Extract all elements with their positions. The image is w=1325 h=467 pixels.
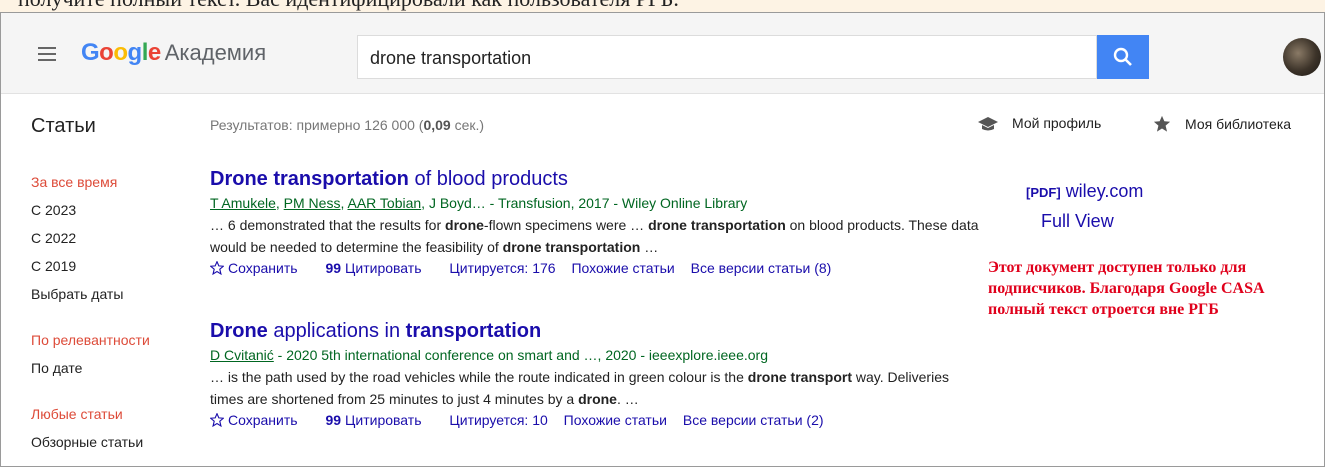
versions-link[interactable]: Все версии статьи (8) (691, 260, 832, 276)
result-meta: T Amukele, PM Ness, AAR Tobian, J Boyd… … (210, 195, 748, 211)
academy-label: Академия (164, 40, 267, 65)
result-item: Drone applications in transportation D C… (209, 320, 980, 428)
avatar[interactable] (1283, 38, 1321, 76)
type-any[interactable]: Любые статьи (31, 405, 150, 433)
filter-custom-range[interactable]: Выбрать даты (31, 285, 150, 313)
my-library-link[interactable]: Моя библиотека (1153, 115, 1291, 133)
results-count: Результатов: примерно 126 000 (0,09 сек.… (210, 117, 485, 133)
cited-by-link[interactable]: Цитируется: 176 (449, 260, 555, 276)
star-outline-icon (209, 412, 225, 428)
menu-icon[interactable] (38, 47, 56, 61)
cited-by-link[interactable]: Цитируется: 10 (449, 412, 547, 428)
search-icon (1113, 47, 1132, 66)
filter-any-time[interactable]: За все время (31, 173, 150, 201)
star-icon (1153, 115, 1171, 132)
full-view-link[interactable]: Full View (1041, 211, 1114, 232)
search-input[interactable] (368, 36, 1092, 80)
versions-link[interactable]: Все версии статьи (2) (683, 412, 824, 428)
access-annotation: Этот документ доступен только для подпис… (988, 259, 1264, 318)
sort-by-relevance[interactable]: По релевантности (31, 331, 150, 359)
quote-icon: 99 (325, 412, 342, 428)
graduation-cap-icon (978, 117, 998, 131)
google-logo-text: Google (81, 39, 161, 66)
star-outline-icon (209, 260, 225, 276)
filter-since-2019[interactable]: С 2019 (31, 257, 150, 285)
browser-frame: GoogleАкадемия Статьи Результатов: приме… (0, 12, 1325, 467)
sort-by-date[interactable]: По дате (31, 359, 150, 387)
result-meta: D Cvitanić - 2020 5th international conf… (210, 347, 768, 363)
result-item: Drone transportation of blood products T… (209, 168, 980, 276)
section-title: Статьи (31, 115, 96, 137)
related-link[interactable]: Похожие статьи (564, 412, 667, 428)
author-link[interactable]: T Amukele (210, 195, 276, 211)
save-button[interactable]: Сохранить (209, 260, 310, 276)
result-snippet: … is the path used by the road vehicles … (210, 369, 949, 407)
filter-since-2022[interactable]: С 2022 (31, 229, 150, 257)
author-link[interactable]: PM Ness (284, 195, 341, 211)
pdf-link[interactable]: [PDF] wiley.com (1026, 181, 1143, 202)
header: Google Академия (1, 13, 1324, 94)
author-link[interactable]: AAR Tobian (347, 195, 421, 211)
save-button[interactable]: Сохранить (209, 412, 310, 428)
result-title[interactable]: Drone applications in transportation (210, 320, 980, 343)
related-link[interactable]: Похожие статьи (571, 260, 674, 276)
result-actions: Сохранить 99 Цитировать Цитируется: 176 П… (209, 260, 980, 276)
search-button[interactable] (1097, 35, 1149, 79)
author-link[interactable]: D Cvitanić (210, 347, 274, 363)
my-profile-link[interactable]: Мой профиль (978, 115, 1101, 132)
result-title[interactable]: Drone transportation of blood products (210, 168, 980, 191)
top-strip-text: получите полный текст. Вас идентифициров… (18, 0, 679, 12)
logo[interactable]: Google Академия (81, 39, 266, 67)
filter-since-2023[interactable]: С 2023 (31, 201, 150, 229)
search-box (357, 35, 1097, 80)
result-actions: Сохранить 99 Цитировать Цитируется: 10 По… (209, 412, 980, 428)
cite-button[interactable]: 99 Цитировать (325, 260, 433, 276)
cite-button[interactable]: 99 Цитировать (325, 412, 433, 428)
sidebar: За все время С 2023 С 2022 С 2019 Выбрат… (31, 173, 150, 461)
result-snippet: … 6 demonstrated that the results for dr… (210, 217, 979, 255)
quote-icon: 99 (325, 260, 342, 276)
type-review[interactable]: Обзорные статьи (31, 433, 150, 461)
